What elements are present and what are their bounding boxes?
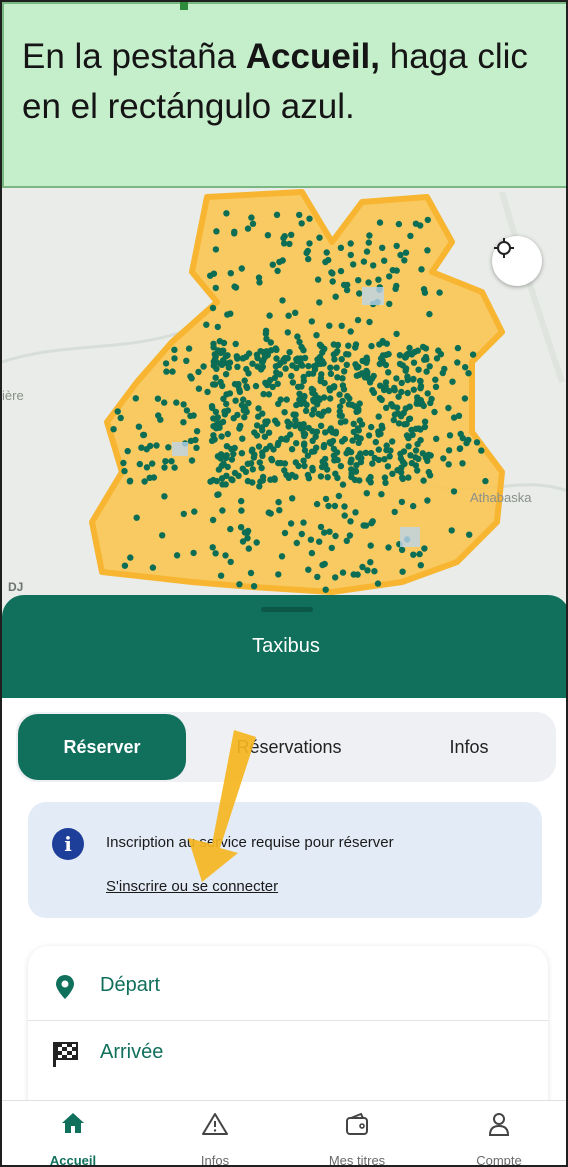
map-attribution: DJ: [8, 580, 24, 594]
map-label-town-west: ière: [2, 388, 24, 403]
checkered-flag-icon: [50, 1039, 80, 1069]
nav-label: Accueil: [49, 1153, 97, 1167]
locate-button[interactable]: [492, 236, 542, 286]
map-label-athabaska: Athabaska: [470, 490, 532, 505]
info-icon: i: [52, 828, 84, 860]
sheet-title: Taxibus: [252, 635, 320, 657]
nav-mes-titres[interactable]: Mes titres: [286, 1101, 428, 1167]
arrival-label: Arrivée: [100, 1041, 164, 1063]
instruction-callout: En la pestaña Accueil, haga clic en el r…: [2, 2, 566, 188]
home-icon: [60, 1111, 86, 1140]
signup-info-box[interactable]: i Inscription au service requise pour ré…: [28, 802, 542, 918]
departure-label: Départ: [100, 974, 161, 996]
tab-reserver[interactable]: Réserver: [18, 714, 186, 780]
tab-reservations[interactable]: Réservations: [194, 712, 384, 782]
bottom-sheet: Taxibus Réserver Réservations Infos i In…: [2, 595, 566, 1167]
nav-label: Infos: [200, 1153, 230, 1167]
screen: ière Athabaska DJ En la pestaña Accueil,…: [0, 0, 568, 1167]
callout-marker: [180, 2, 188, 10]
arrival-field[interactable]: Arrivée: [28, 1020, 548, 1087]
map-pin-icon: [50, 972, 80, 1002]
signup-login-link[interactable]: S'inscrire ou se connecter: [106, 878, 278, 895]
nav-accueil[interactable]: Accueil: [2, 1101, 144, 1167]
bottom-nav: Accueil Infos Mes titres Compte: [2, 1100, 566, 1167]
departure-field[interactable]: Départ: [28, 954, 548, 1020]
nav-infos[interactable]: Infos: [144, 1101, 286, 1167]
nav-label: Compte: [476, 1153, 522, 1167]
nav-label: Mes titres: [328, 1153, 386, 1167]
sheet-body: Réserver Réservations Infos i Inscriptio…: [2, 698, 566, 1165]
nav-compte[interactable]: Compte: [428, 1101, 566, 1167]
segmented-tabs: Réserver Réservations Infos: [16, 712, 556, 782]
tab-infos[interactable]: Infos: [394, 712, 544, 782]
user-icon: [486, 1111, 512, 1142]
sheet-grabber[interactable]: [261, 607, 313, 612]
instruction-text: En la pestaña Accueil, haga clic en el r…: [22, 37, 528, 126]
wallet-icon: [343, 1111, 371, 1142]
signup-required-text: Inscription au service requise pour rése…: [106, 834, 394, 851]
sheet-header[interactable]: Taxibus: [2, 595, 566, 698]
warning-icon: [201, 1111, 229, 1142]
